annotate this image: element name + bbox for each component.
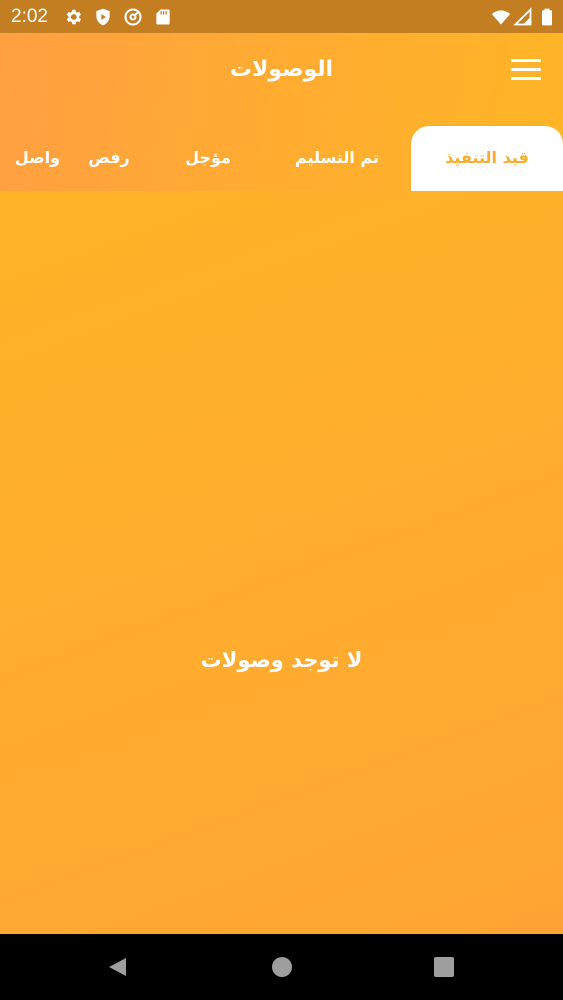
hamburger-menu-icon-bar: [511, 77, 541, 80]
receipts-list-area: لا توجد وصولات: [0, 191, 563, 934]
at-sign-icon: [123, 7, 143, 27]
back-button[interactable]: [106, 955, 130, 979]
sd-card-icon: [153, 7, 173, 27]
hamburger-menu-icon-bar: [511, 68, 541, 71]
tab-bar: قيد التنفيذ تم التسليم مؤجل رفض واصل: [0, 126, 563, 191]
status-time: 2:02: [11, 6, 48, 27]
signal-icon: [513, 7, 533, 27]
status-bar: 2:02: [0, 0, 563, 33]
settings-icon: [63, 7, 83, 27]
recents-button[interactable]: [432, 955, 456, 979]
recents-icon: [434, 957, 454, 977]
system-nav-bar: [0, 934, 563, 1000]
tab-arrived[interactable]: واصل: [0, 126, 60, 191]
empty-state-message: لا توجد وصولات: [200, 648, 363, 672]
tab-rejected[interactable]: رفض: [66, 126, 152, 191]
battery-icon: [537, 7, 557, 27]
page-title: الوصولات: [229, 57, 334, 82]
tab-postponed[interactable]: مؤجل: [160, 126, 256, 191]
tab-in-progress[interactable]: قيد التنفيذ: [411, 126, 563, 191]
menu-button[interactable]: [509, 56, 543, 84]
app-bar: الوصولات قيد التنفيذ تم التسليم مؤجل رفض…: [0, 33, 563, 191]
back-icon: [109, 958, 126, 976]
home-button[interactable]: [270, 955, 294, 979]
tab-delivered[interactable]: تم التسليم: [262, 126, 412, 191]
home-icon: [272, 957, 292, 977]
screen: 2:02 الوصولات قيد التنفيذ تم التسليم مؤج…: [0, 0, 563, 1000]
shield-play-icon: [93, 7, 113, 27]
wifi-icon: [491, 7, 511, 27]
hamburger-menu-icon: [511, 59, 541, 62]
